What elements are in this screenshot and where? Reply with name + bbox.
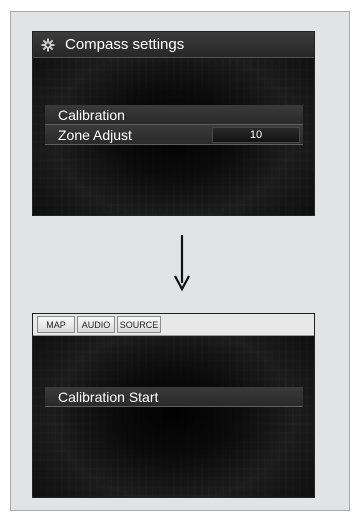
calibration-label: Calibration	[58, 106, 125, 123]
page-title: Compass settings	[65, 36, 185, 53]
zone-adjust-value-text: 10	[249, 129, 263, 141]
zone-adjust-value: 10	[212, 127, 300, 143]
calibration-start-button[interactable]: Calibration Start	[45, 387, 303, 407]
zone-adjust-menu-item[interactable]: Zone Adjust 10	[45, 125, 303, 145]
gear-icon	[41, 38, 55, 52]
tab-map-label: MAP	[46, 319, 66, 330]
tab-source-label: SOURCE	[119, 319, 159, 330]
tab-map[interactable]: MAP	[37, 316, 75, 333]
calibration-start-screen: MAP AUDIO SOURCE Calibration Start	[32, 313, 315, 498]
compass-settings-screen: Compass settings Calibration Zone Adjust…	[32, 31, 315, 216]
tab-audio-label: AUDIO	[81, 319, 111, 330]
calibration-start-label: Calibration Start	[58, 388, 159, 405]
down-arrow-icon	[174, 233, 190, 293]
zone-adjust-label: Zone Adjust	[58, 126, 132, 143]
title-bar: Compass settings	[33, 32, 314, 58]
calibration-menu-item[interactable]: Calibration	[45, 105, 303, 125]
source-tab-bar: MAP AUDIO SOURCE	[33, 314, 314, 336]
tab-audio[interactable]: AUDIO	[77, 316, 115, 333]
tab-source[interactable]: SOURCE	[117, 316, 161, 333]
